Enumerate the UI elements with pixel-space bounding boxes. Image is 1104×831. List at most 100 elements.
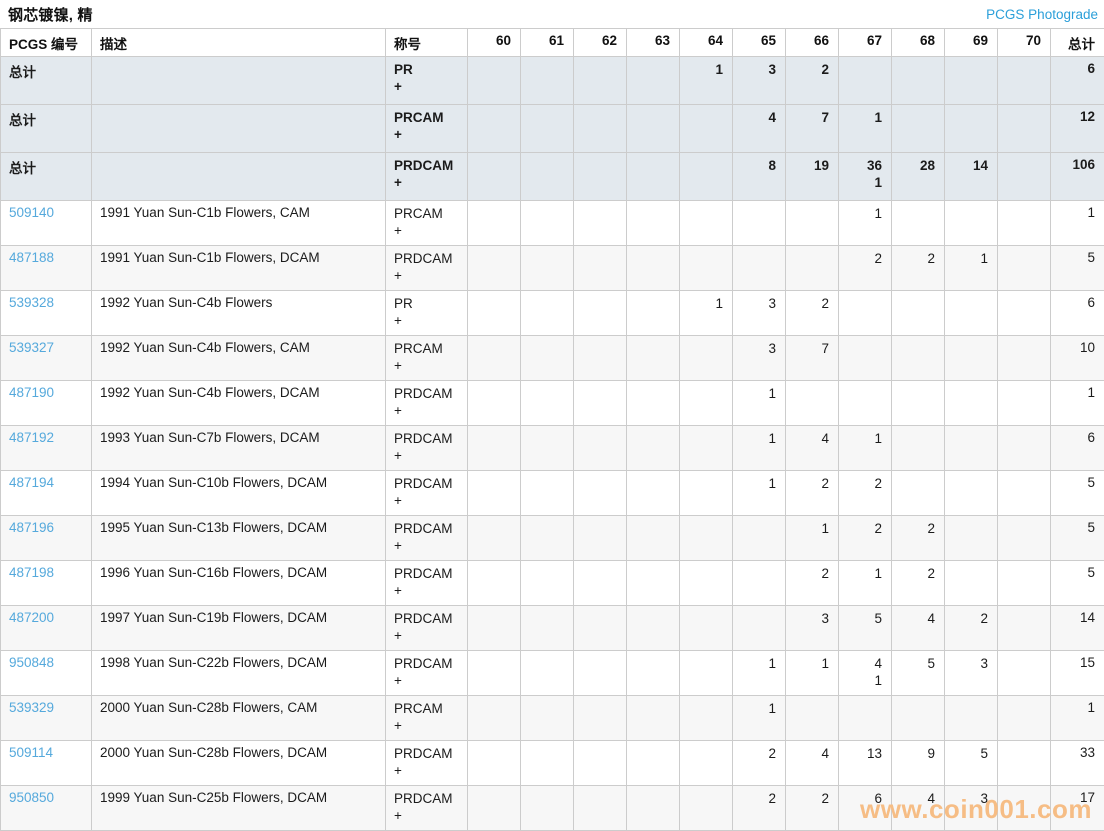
pcgs-number-link[interactable]: 487192 — [9, 430, 54, 445]
grade-67-plus-count — [847, 78, 882, 95]
header-grade-66: 66 — [786, 29, 839, 57]
pcgs-number-link[interactable]: 950850 — [9, 790, 54, 805]
grade-69-cell — [945, 291, 998, 336]
grade-66-count: 3 — [794, 610, 829, 627]
pcgs-number-link[interactable]: 950848 — [9, 655, 54, 670]
grade-66-count: 2 — [794, 61, 829, 78]
grade-62-count — [582, 109, 617, 126]
pcgs-number-link[interactable]: 539328 — [9, 295, 54, 310]
grade-70-count — [1006, 700, 1041, 717]
pcgs-photograde-link[interactable]: PCGS Photograde — [986, 7, 1098, 22]
grade-60-plus-count — [476, 492, 511, 509]
grade-69-count — [953, 205, 988, 222]
grade-69-cell: 3 — [945, 651, 998, 696]
grade-67-cell: 13 — [839, 741, 892, 786]
grade-61-plus-count — [529, 267, 564, 284]
description-cell: 1992 Yuan Sun-C4b Flowers — [92, 291, 386, 336]
grade-68-count: 5 — [900, 655, 935, 672]
row-total-cell: 1 — [1051, 381, 1104, 426]
grade-62-count — [582, 385, 617, 402]
grade-64-count — [688, 745, 723, 762]
grade-67-plus-count — [847, 357, 882, 374]
header-grade-64: 64 — [680, 29, 733, 57]
grade-61-count — [529, 475, 564, 492]
grade-69-plus-count — [953, 126, 988, 143]
grade-66-plus-count — [794, 267, 829, 284]
grade-61-plus-count — [529, 312, 564, 329]
grade-66-cell: 3 — [786, 606, 839, 651]
grade-61-cell — [521, 153, 574, 201]
grade-69-cell — [945, 696, 998, 741]
grade-63-count — [635, 655, 670, 672]
grade-65-count: 2 — [741, 745, 776, 762]
grade-60-count — [476, 610, 511, 627]
grade-63-cell — [627, 291, 680, 336]
grade-63-plus-count — [635, 357, 670, 374]
grade-66-cell — [786, 246, 839, 291]
pcgs-number-link[interactable]: 487188 — [9, 250, 54, 265]
grade-69-plus-count — [953, 492, 988, 509]
pcgs-number-link[interactable]: 487198 — [9, 565, 54, 580]
grade-60-cell — [468, 291, 521, 336]
grade-65-count: 8 — [741, 157, 776, 174]
grade-65-cell: 1 — [733, 696, 786, 741]
grade-68-count: 2 — [900, 520, 935, 537]
grade-68-cell: 9 — [892, 741, 945, 786]
grade-67-cell — [839, 696, 892, 741]
grade-63-plus-count — [635, 627, 670, 644]
grade-67-cell: 41 — [839, 651, 892, 696]
pcgs-number-link[interactable]: 487200 — [9, 610, 54, 625]
grade-61-plus-count — [529, 357, 564, 374]
grade-69-count: 3 — [953, 655, 988, 672]
grade-70-count — [1006, 250, 1041, 267]
grade-60-cell — [468, 516, 521, 561]
grade-68-cell — [892, 471, 945, 516]
grade-61-count — [529, 157, 564, 174]
grade-65-cell: 8 — [733, 153, 786, 201]
grade-63-count — [635, 250, 670, 267]
grade-68-plus-count — [900, 447, 935, 464]
pcgs-number-link[interactable]: 509114 — [9, 745, 53, 760]
grade-60-count — [476, 385, 511, 402]
pcgs-number-link[interactable]: 487194 — [9, 475, 54, 490]
grade-66-cell — [786, 201, 839, 246]
designation-label: PRDCAM — [394, 610, 459, 627]
pcgs-number-link[interactable]: 509140 — [9, 205, 54, 220]
grade-65-plus-count — [741, 627, 776, 644]
grade-66-plus-count — [794, 126, 829, 143]
grade-67-count: 2 — [847, 475, 882, 492]
grade-68-plus-count — [900, 222, 935, 239]
grade-65-plus-count — [741, 126, 776, 143]
grade-68-plus-count — [900, 627, 935, 644]
grade-67-count — [847, 340, 882, 357]
pcgs-number-link[interactable]: 487190 — [9, 385, 54, 400]
grade-62-cell — [574, 696, 627, 741]
grade-67-count: 5 — [847, 610, 882, 627]
grade-60-cell — [468, 471, 521, 516]
grade-63-plus-count — [635, 492, 670, 509]
grade-70-count — [1006, 109, 1041, 126]
grade-70-plus-count — [1006, 222, 1041, 239]
designation-label: PRDCAM — [394, 655, 459, 672]
pcgs-number-link[interactable]: 539329 — [9, 700, 54, 715]
grade-62-count — [582, 250, 617, 267]
grade-64-plus-count — [688, 627, 723, 644]
grade-62-plus-count — [582, 357, 617, 374]
grade-60-plus-count — [476, 267, 511, 284]
grade-60-plus-count — [476, 537, 511, 554]
grade-62-count — [582, 61, 617, 78]
designation-plus-label: + — [394, 357, 459, 374]
table-row-950848: 9508481998 Yuan Sun-C22b Flowers, DCAMPR… — [1, 651, 1104, 696]
pcgs-number-link[interactable]: 487196 — [9, 520, 54, 535]
grade-67-plus-count — [847, 312, 882, 329]
grade-66-count — [794, 385, 829, 402]
pcgs-number-link[interactable]: 539327 — [9, 340, 54, 355]
grade-60-cell — [468, 153, 521, 201]
grade-62-count — [582, 565, 617, 582]
header-row: PCGS 编号 描述 称号 6061626364656667686970总计 — [1, 29, 1104, 57]
summary-total-label: 总计 — [1, 153, 92, 201]
designation-cell: PR+ — [386, 291, 468, 336]
grade-69-cell — [945, 426, 998, 471]
pcgs-number-cell: 487190 — [1, 381, 92, 426]
grade-67-cell: 1 — [839, 201, 892, 246]
